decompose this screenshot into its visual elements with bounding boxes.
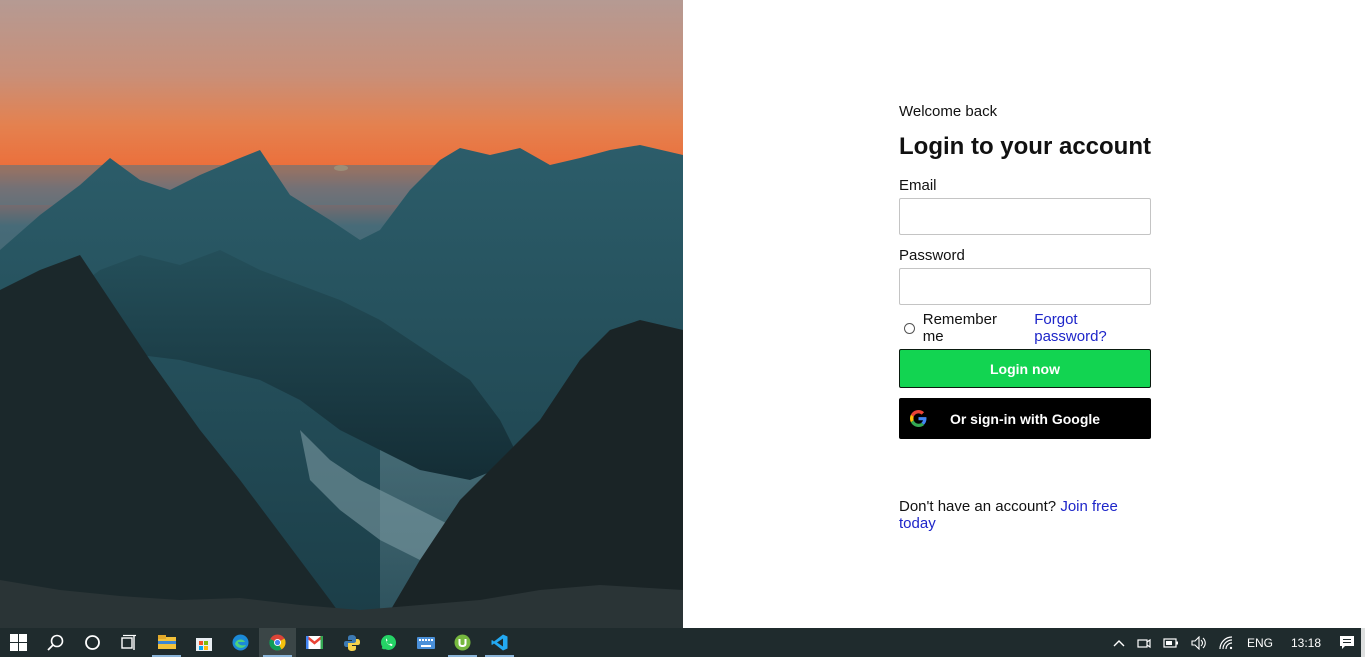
remember-row: Remember me Forgot password? [899, 311, 1151, 345]
edge-icon[interactable] [222, 628, 259, 657]
remember-me-label[interactable]: Remember me [923, 311, 1019, 345]
email-label: Email [899, 177, 937, 194]
windows-start-icon[interactable] [0, 628, 37, 657]
cortana-icon[interactable] [74, 628, 111, 657]
login-panel: Welcome back Login to your account Email… [683, 0, 1365, 628]
taskbar: ENG 13:18 [0, 628, 1365, 657]
gmail-icon[interactable] [296, 628, 333, 657]
utorrent-icon[interactable] [444, 628, 481, 657]
password-field[interactable] [899, 268, 1151, 305]
forgot-password-link[interactable]: Forgot password? [1034, 311, 1151, 345]
language-indicator[interactable]: ENG [1241, 628, 1279, 657]
password-label: Password [899, 247, 965, 264]
vscode-icon[interactable] [481, 628, 518, 657]
show-desktop-button[interactable] [1361, 628, 1365, 657]
volume-icon[interactable] [1185, 628, 1213, 657]
wifi-icon[interactable] [1213, 628, 1241, 657]
page-title: Login to your account [899, 133, 1151, 160]
file-explorer-icon[interactable] [148, 628, 185, 657]
task-view-icon[interactable] [111, 628, 148, 657]
python-icon[interactable] [333, 628, 370, 657]
signup-prompt: Don't have an account? [899, 498, 1057, 515]
chevron-up-icon[interactable] [1107, 628, 1131, 657]
search-icon[interactable] [37, 628, 74, 657]
app-window: Welcome back Login to your account Email… [0, 0, 1365, 628]
notification-icon[interactable] [1333, 628, 1361, 657]
welcome-text: Welcome back [899, 103, 998, 120]
remember-me-radio[interactable] [904, 322, 915, 334]
meet-now-icon[interactable] [1131, 628, 1157, 657]
signup-row: Don't have an account? Join free today [899, 498, 1151, 532]
hero-image [0, 0, 683, 628]
clock[interactable]: 13:18 [1279, 628, 1333, 657]
battery-icon[interactable] [1157, 628, 1185, 657]
login-button[interactable]: Login now [899, 349, 1151, 388]
google-button-label: Or sign-in with Google [949, 410, 1101, 427]
keyboard-icon[interactable] [407, 628, 444, 657]
google-icon [910, 410, 927, 427]
system-tray: ENG 13:18 [1107, 628, 1365, 657]
email-field[interactable] [899, 198, 1151, 235]
google-signin-button[interactable]: Or sign-in with Google [899, 398, 1151, 439]
whatsapp-icon[interactable] [370, 628, 407, 657]
chrome-icon[interactable] [259, 628, 296, 657]
microsoft-store-icon[interactable] [185, 628, 222, 657]
login-form: Welcome back Login to your account Email… [899, 103, 1151, 532]
